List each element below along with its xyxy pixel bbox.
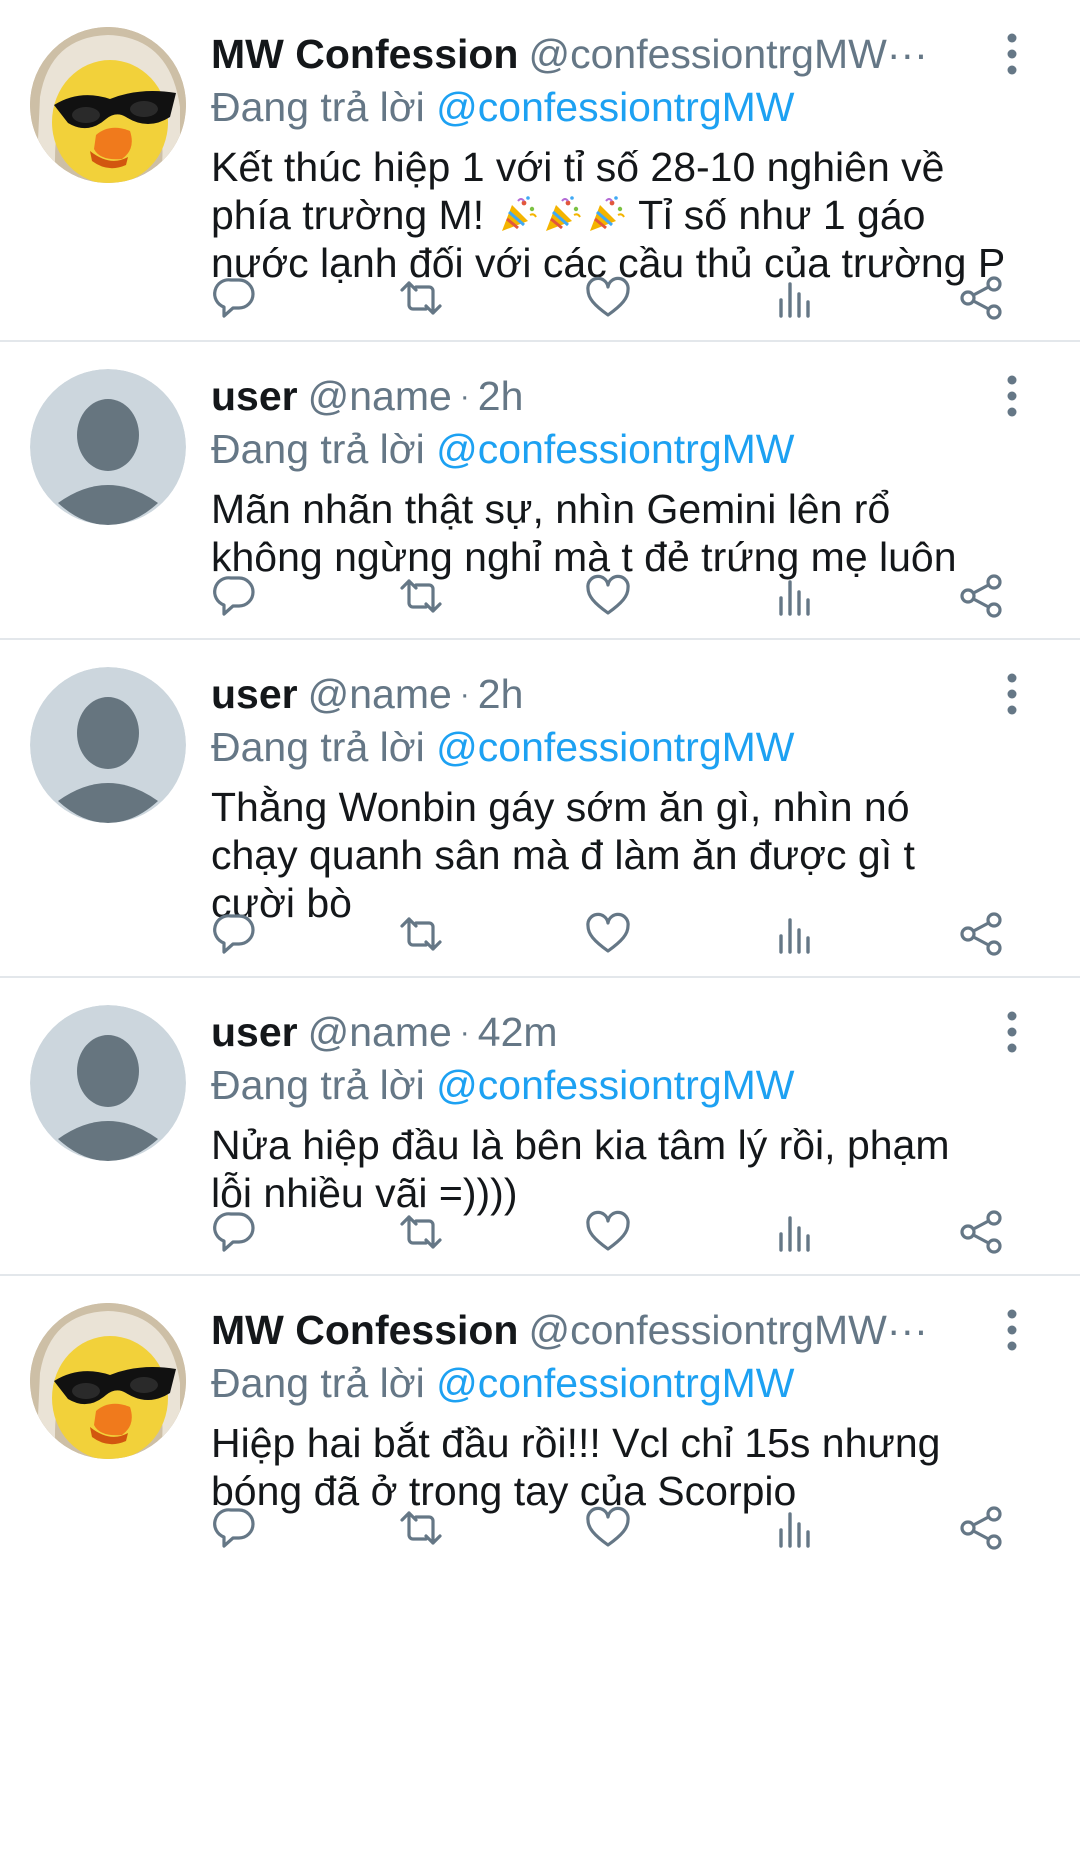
tweet[interactable]: MW Confession @confessiontrgMW··· Đang tr… [0, 0, 1080, 342]
separator-dot: · [459, 380, 470, 413]
tweet-text-line: chạy quanh sân mà đ làm ăn được gì t [211, 832, 915, 878]
retweet-icon[interactable] [393, 906, 449, 962]
avatar[interactable] [30, 1005, 186, 1161]
tweet-actions [0, 906, 1080, 966]
tweet-time[interactable]: 2h [478, 671, 524, 717]
more-options-icon[interactable] [1002, 374, 1022, 418]
author-handle[interactable]: @name [308, 1009, 452, 1055]
reply-mention[interactable]: @confessiontrgMW [436, 724, 794, 770]
handle-ellipsis: ··· [886, 1307, 928, 1353]
analytics-icon[interactable] [767, 1204, 823, 1260]
more-options-icon[interactable] [1002, 32, 1022, 76]
tweet-text-line: Mãn nhãn thật sự, nhìn Gemini lên rổ [211, 486, 891, 532]
like-icon[interactable] [580, 568, 636, 624]
analytics-icon[interactable] [767, 568, 823, 624]
reply-icon[interactable] [207, 568, 263, 624]
tweet-text: Mãn nhãn thật sự, nhìn Gemini lên rổ khôn… [211, 485, 1050, 581]
avatar[interactable] [30, 369, 186, 525]
share-icon[interactable] [953, 1204, 1009, 1260]
party-popper-icon [545, 196, 581, 231]
party-popper-icon [589, 196, 625, 231]
tweet-text: Kết thúc hiệp 1 với tỉ số 28-10 nghiên v… [211, 143, 1050, 287]
retweet-icon[interactable] [393, 270, 449, 326]
like-icon[interactable] [580, 1204, 636, 1260]
like-icon[interactable] [580, 906, 636, 962]
tweet-actions [0, 1500, 1080, 1560]
author-handle[interactable]: @name [308, 671, 452, 717]
reply-icon[interactable] [207, 1500, 263, 1556]
retweet-icon[interactable] [393, 1500, 449, 1556]
reply-icon[interactable] [207, 1204, 263, 1260]
replying-to: Đang trả lời @confessiontrgMW [211, 80, 795, 134]
author-name[interactable]: user [211, 1009, 298, 1055]
analytics-icon[interactable] [767, 1500, 823, 1556]
tweet-time[interactable]: 42m [478, 1009, 558, 1055]
more-options-icon[interactable] [1002, 1308, 1022, 1352]
tweet-feed: MW Confession @confessiontrgMW··· Đang tr… [0, 0, 1080, 1851]
tweet-text-line: Nửa hiệp đầu là bên kia tâm lý rồi, phạm [211, 1122, 950, 1168]
author-name[interactable]: user [211, 373, 298, 419]
tweet-text-line: Kết thúc hiệp 1 với tỉ số 28-10 nghiên v… [211, 144, 945, 190]
tweet[interactable]: user @name · 2h Đang trả lời @confessiontrg… [0, 640, 1080, 978]
reply-mention[interactable]: @confessiontrgMW [436, 426, 794, 472]
share-icon[interactable] [953, 906, 1009, 962]
tweet-header: user @name · 42m [211, 1004, 1000, 1060]
replying-to-label: Đang trả lời [211, 426, 425, 472]
tweet-header: MW Confession @confessiontrgMW··· [211, 26, 1000, 82]
tweet-text: Nửa hiệp đầu là bên kia tâm lý rồi, phạm… [211, 1121, 1050, 1217]
reply-icon[interactable] [207, 906, 263, 962]
party-popper-icon [501, 196, 537, 231]
tweet-header: user @name · 2h [211, 666, 1000, 722]
author-handle[interactable]: @confessiontrgMW [528, 1307, 886, 1353]
tweet-text-line: Thằng Wonbin gáy sớm ăn gì, nhìn nó [211, 784, 910, 830]
more-options-icon[interactable] [1002, 672, 1022, 716]
tweet-header: MW Confession @confessiontrgMW··· [211, 1302, 1000, 1358]
avatar[interactable] [30, 667, 186, 823]
retweet-icon[interactable] [393, 1204, 449, 1260]
share-icon[interactable] [953, 1500, 1009, 1556]
tweet-text-line: Hiệp hai bắt đầu rồi!!! Vcl chỉ 15s nhưn… [211, 1420, 941, 1466]
more-options-icon[interactable] [1002, 1010, 1022, 1054]
replying-to-label: Đang trả lời [211, 1360, 425, 1406]
tweet[interactable]: user @name · 42m Đang trả lời @confessiontr… [0, 978, 1080, 1276]
author-name[interactable]: MW Confession [211, 1307, 518, 1353]
tweet-text-line: phía trường M! Tỉ số như 1 gáo [211, 192, 926, 238]
replying-to: Đang trả lời @confessiontrgMW [211, 422, 795, 476]
analytics-icon[interactable] [767, 906, 823, 962]
reply-mention[interactable]: @confessiontrgMW [436, 1062, 794, 1108]
reply-icon[interactable] [207, 270, 263, 326]
reply-mention[interactable]: @confessiontrgMW [436, 84, 794, 130]
share-icon[interactable] [953, 568, 1009, 624]
tweet-header: user @name · 2h [211, 368, 1000, 424]
replying-to-label: Đang trả lời [211, 84, 425, 130]
tweet-time[interactable]: 2h [478, 373, 524, 419]
replying-to: Đang trả lời @confessiontrgMW [211, 1356, 795, 1410]
replying-to-label: Đang trả lời [211, 724, 425, 770]
avatar[interactable] [30, 1303, 186, 1459]
replying-to: Đang trả lời @confessiontrgMW [211, 720, 795, 774]
author-name[interactable]: MW Confession [211, 31, 518, 77]
like-icon[interactable] [580, 1500, 636, 1556]
analytics-icon[interactable] [767, 270, 823, 326]
share-icon[interactable] [953, 270, 1009, 326]
author-handle[interactable]: @confessiontrgMW [528, 31, 886, 77]
avatar[interactable] [30, 27, 186, 183]
author-name[interactable]: user [211, 671, 298, 717]
tweet[interactable]: MW Confession @confessiontrgMW··· Đang tr… [0, 1276, 1080, 1851]
author-handle[interactable]: @name [308, 373, 452, 419]
tweet-actions [0, 1204, 1080, 1264]
tweet[interactable]: user @name · 2h Đang trả lời @confessiontrg… [0, 342, 1080, 640]
handle-ellipsis: ··· [886, 31, 928, 77]
like-icon[interactable] [580, 270, 636, 326]
retweet-icon[interactable] [393, 568, 449, 624]
replying-to-label: Đang trả lời [211, 1062, 425, 1108]
tweet-actions [0, 568, 1080, 628]
reply-mention[interactable]: @confessiontrgMW [436, 1360, 794, 1406]
tweet-actions [0, 270, 1080, 330]
replying-to: Đang trả lời @confessiontrgMW [211, 1058, 795, 1112]
separator-dot: · [459, 678, 470, 711]
separator-dot: · [459, 1016, 470, 1049]
